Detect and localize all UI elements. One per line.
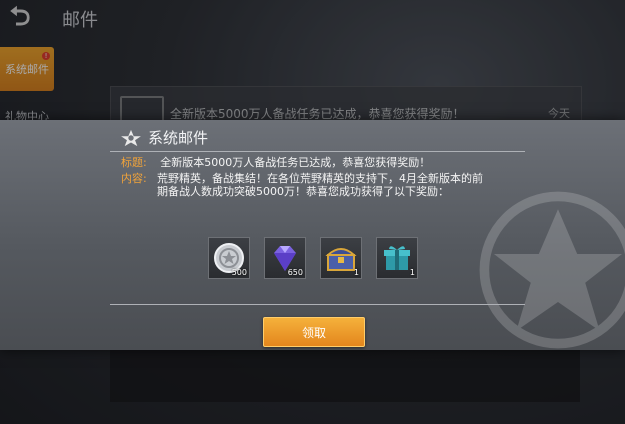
reward-gift-box[interactable]: 1 [376,237,418,279]
reward-qty: 500 [231,268,247,277]
reward-list: 500 650 1 1 [208,237,418,279]
subject-row: 标题: 全新版本5000万人备战任务已达成，恭喜您获得奖励！ [121,156,430,169]
watermark-logo-icon [479,191,625,349]
divider [110,151,525,152]
divider [110,304,525,305]
modal-title-text: 系统邮件 [148,129,209,147]
subject-text: 全新版本5000万人备战任务已达成，恭喜您获得奖励！ [160,156,431,169]
reward-silver-coin[interactable]: 500 [208,237,250,279]
claim-button[interactable]: 领取 [263,317,365,347]
subject-label: 标题: [121,156,147,169]
reward-treasure-chest[interactable]: 1 [320,237,362,279]
reward-diamond[interactable]: 650 [264,237,306,279]
mail-detail-modal: 系统邮件 标题: 全新版本5000万人备战任务已达成，恭喜您获得奖励！ 内容: … [0,120,625,350]
modal-title: 系统邮件 [120,127,208,148]
reward-qty: 650 [287,268,303,277]
content-text: 荒野精英，备战集结！在各位荒野精英的支持下，4月全新版本的前期备战人数成功突破5… [157,172,483,198]
content-row: 内容: 荒野精英，备战集结！在各位荒野精英的支持下，4月全新版本的前期备战人数成… [121,172,521,202]
reward-qty: 1 [409,268,415,277]
treasure-chest-icon [325,248,357,271]
gift-box-icon [384,246,410,270]
reward-qty: 1 [353,268,359,277]
content-label: 内容: [121,172,147,185]
game-logo-icon [121,129,141,146]
